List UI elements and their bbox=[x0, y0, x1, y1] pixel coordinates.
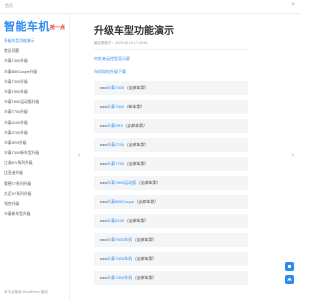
next-arrow-icon[interactable]: › bbox=[291, 150, 294, 159]
model-link[interactable]: 众泰Z100 bbox=[107, 218, 124, 223]
site-logo[interactable]: 智能车机 bbox=[4, 18, 50, 34]
share-icon bbox=[287, 264, 292, 269]
sidebar-item[interactable]: 众泰T300升级 bbox=[0, 77, 70, 87]
page-title: 升级车型功能演示 bbox=[94, 26, 174, 37]
item-text: •••••众泰T600运动版（全部车型） bbox=[100, 180, 161, 185]
download-link[interactable]: 车机如何升级下载 bbox=[94, 69, 126, 75]
sidebar-item[interactable]: 众泰T500升级 bbox=[0, 87, 70, 97]
sidebar-item[interactable]: 升级车型功能演示 bbox=[0, 36, 70, 46]
model-link[interactable]: 众泰T300 bbox=[107, 104, 124, 109]
list-item[interactable]: •••••众泰T600运动版（全部车型） bbox=[94, 176, 248, 190]
sidebar-item[interactable]: 奥德T7系列升级 bbox=[0, 179, 70, 189]
model-link[interactable]: 众泰T300车机 bbox=[107, 275, 132, 280]
sidebar-item[interactable]: 众泰T700升级 bbox=[0, 107, 70, 117]
sidebar-item[interactable]: 领克升级 bbox=[0, 199, 70, 209]
sidebar-item[interactable]: 大迈X7系列升级 bbox=[0, 189, 70, 199]
model-link[interactable]: 众泰B50Coupe bbox=[107, 199, 134, 204]
list-item[interactable]: •••••众泰Z700（全部车型） bbox=[94, 138, 248, 152]
last-updated: 最后更新于：2020-06-19 17:30:54 bbox=[94, 41, 148, 45]
sidebar-item[interactable]: 常见问题 bbox=[0, 46, 70, 56]
model-link[interactable]: 众泰T600运动版 bbox=[107, 180, 136, 185]
list-item[interactable]: •••••众泰T300（全部车型） bbox=[94, 81, 248, 95]
main-content: 升级车型功能演示 最后更新于：2020-06-19 17:30:54 何处来云控… bbox=[94, 14, 286, 300]
item-text: •••••众泰T300车机（全部车型） bbox=[100, 256, 157, 261]
model-link[interactable]: 众泰T500车机 bbox=[107, 237, 132, 242]
list-item[interactable]: •••••众泰T300车机（全部车型） bbox=[94, 271, 248, 285]
list-item[interactable]: •••••众泰T500车机（全部车型） bbox=[94, 233, 248, 247]
list-item[interactable]: •••••众泰SR9（全部车型） bbox=[94, 119, 248, 133]
item-text: •••••众泰Z700（全部车型） bbox=[100, 142, 149, 147]
list-item[interactable]: •••••众泰Z100（全部车型） bbox=[94, 214, 248, 228]
arrow-up-icon bbox=[287, 277, 292, 281]
list-item[interactable]: •••••众泰B50Coupe（全部车型） bbox=[94, 195, 248, 209]
sidebar-item[interactable]: 比亚迪升级 bbox=[0, 168, 70, 178]
item-text: •••••众泰Z100（全部车型） bbox=[100, 218, 149, 223]
divider bbox=[94, 49, 249, 50]
model-link[interactable]: 众泰T700 bbox=[107, 161, 124, 166]
sidebar-item[interactable]: 众泰T300升级 bbox=[0, 56, 70, 66]
top-bar: 首页 × bbox=[0, 0, 300, 14]
sidebar-item[interactable]: 众泰B50Coupe升级 bbox=[0, 67, 70, 77]
sidebar-item[interactable]: 众泰Z700升级 bbox=[0, 128, 70, 138]
back-to-top-button[interactable] bbox=[285, 275, 294, 284]
prev-arrow-icon[interactable]: ‹ bbox=[78, 150, 81, 159]
logo-badge: 抢一点 bbox=[50, 25, 66, 31]
model-link[interactable]: 众泰SR9 bbox=[107, 123, 123, 128]
item-text: •••••众泰T300车机（全部车型） bbox=[100, 275, 157, 280]
close-icon[interactable]: × bbox=[291, 2, 295, 8]
sidebar-item[interactable]: 众泰T300新车型升级 bbox=[0, 148, 70, 158]
item-text: •••••众泰T300（全部车型） bbox=[100, 85, 149, 90]
item-text: •••••众泰T700（全部车型） bbox=[100, 161, 149, 166]
sidebar-item[interactable]: 众泰SR9升级 bbox=[0, 138, 70, 148]
item-text: •••••众泰B50Coupe（全部车型） bbox=[100, 199, 158, 204]
sidebar-nav: 升级车型功能演示 常见问题 众泰T300升级 众泰B50Coupe升级 众泰T3… bbox=[0, 36, 70, 219]
item-text: •••••众泰SR9（全部车型） bbox=[100, 123, 147, 128]
sidebar-item[interactable]: 江淮iEV系列升级 bbox=[0, 158, 70, 168]
list-item[interactable]: •••••众泰T700（全部车型） bbox=[94, 157, 248, 171]
share-button[interactable] bbox=[285, 262, 294, 271]
sidebar-item[interactable]: 众泰Z100升级 bbox=[0, 118, 70, 128]
item-text: •••••众泰T500车机（全部车型） bbox=[100, 237, 157, 242]
sidebar: 智能车机 抢一点 升级车型功能演示 常见问题 众泰T300升级 众泰B50Cou… bbox=[0, 14, 70, 300]
sidebar-footer: 本平台使用 WordPress 驱动 bbox=[4, 290, 48, 294]
display-link[interactable]: 何处来云控型显示屏 bbox=[94, 56, 130, 62]
logo-row: 智能车机 抢一点 bbox=[4, 18, 68, 34]
list-item[interactable]: •••••众泰T300（新车型） bbox=[94, 100, 248, 114]
home-link[interactable]: 首页 bbox=[5, 3, 13, 9]
model-link[interactable]: 众泰T300 bbox=[107, 85, 124, 90]
sidebar-item[interactable]: 众泰新车型升级 bbox=[0, 209, 70, 219]
sidebar-item[interactable]: 众泰T600运动版升级 bbox=[0, 97, 70, 107]
list-item[interactable]: •••••众泰T300车机（全部车型） bbox=[94, 252, 248, 266]
model-link[interactable]: 众泰Z700 bbox=[107, 142, 124, 147]
model-link[interactable]: 众泰T300车机 bbox=[107, 256, 132, 261]
item-text: •••••众泰T300（新车型） bbox=[100, 104, 145, 109]
